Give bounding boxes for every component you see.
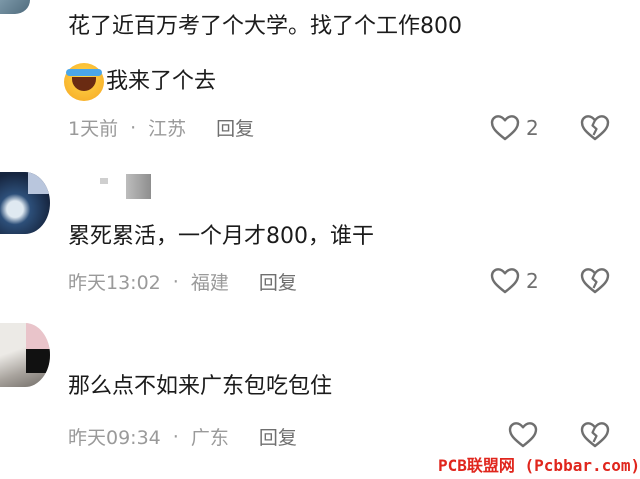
heart-icon <box>508 422 538 448</box>
reply-button[interactable]: 回复 <box>259 268 297 295</box>
broken-heart-icon <box>580 268 610 294</box>
comment-location: 广东 <box>190 427 229 449</box>
comment-time: 昨天13:02 <box>68 272 161 294</box>
comment-time: 昨天09:34 <box>68 427 161 449</box>
comment-text: 累死累活，一个月才800，谁干 <box>68 224 374 249</box>
like-button[interactable] <box>508 421 538 448</box>
separator: · <box>130 116 137 139</box>
dislike-button[interactable] <box>580 114 610 145</box>
like-button[interactable]: 2 <box>490 267 539 294</box>
heart-icon <box>490 268 520 294</box>
comment-text: 那么点不如来广东包吃包住 <box>68 374 333 399</box>
reply-button[interactable]: 回复 <box>259 423 297 450</box>
comment-location: 江苏 <box>148 118 187 140</box>
laughing-emoji-icon <box>64 63 104 101</box>
separator: · <box>172 425 179 448</box>
like-button[interactable]: 2 <box>490 114 539 141</box>
avatar[interactable] <box>0 0 30 14</box>
avatar[interactable] <box>0 323 50 387</box>
redacted-username <box>100 178 108 184</box>
broken-heart-icon <box>580 115 610 141</box>
comment-text: 我来了个去 <box>106 69 217 94</box>
comment-location: 福建 <box>190 272 229 294</box>
like-count: 2 <box>526 268 539 293</box>
comment-time: 1天前 <box>68 118 119 140</box>
comment-text-line: 我来了个去 <box>64 63 216 101</box>
comment-meta: 昨天13:02 · 福建 回复 <box>68 268 297 295</box>
dislike-button[interactable] <box>580 421 610 452</box>
comment-text: 花了近百万考了个大学。找了个工作800 <box>68 14 462 39</box>
separator: · <box>172 270 179 293</box>
comment-meta: 昨天09:34 · 广东 回复 <box>68 423 297 450</box>
comment-meta: 1天前 · 江苏 回复 <box>68 114 254 141</box>
redacted-username <box>126 174 151 199</box>
broken-heart-icon <box>580 422 610 448</box>
like-count: 2 <box>526 115 539 140</box>
comment-list: 花了近百万考了个大学。找了个工作800 我来了个去 1天前 · 江苏 回复 2 … <box>0 0 640 479</box>
avatar[interactable] <box>0 172 50 234</box>
heart-icon <box>490 115 520 141</box>
dislike-button[interactable] <box>580 267 610 298</box>
reply-button[interactable]: 回复 <box>216 114 254 141</box>
watermark: PCB联盟网 (Pcbbar.com) <box>438 456 640 475</box>
